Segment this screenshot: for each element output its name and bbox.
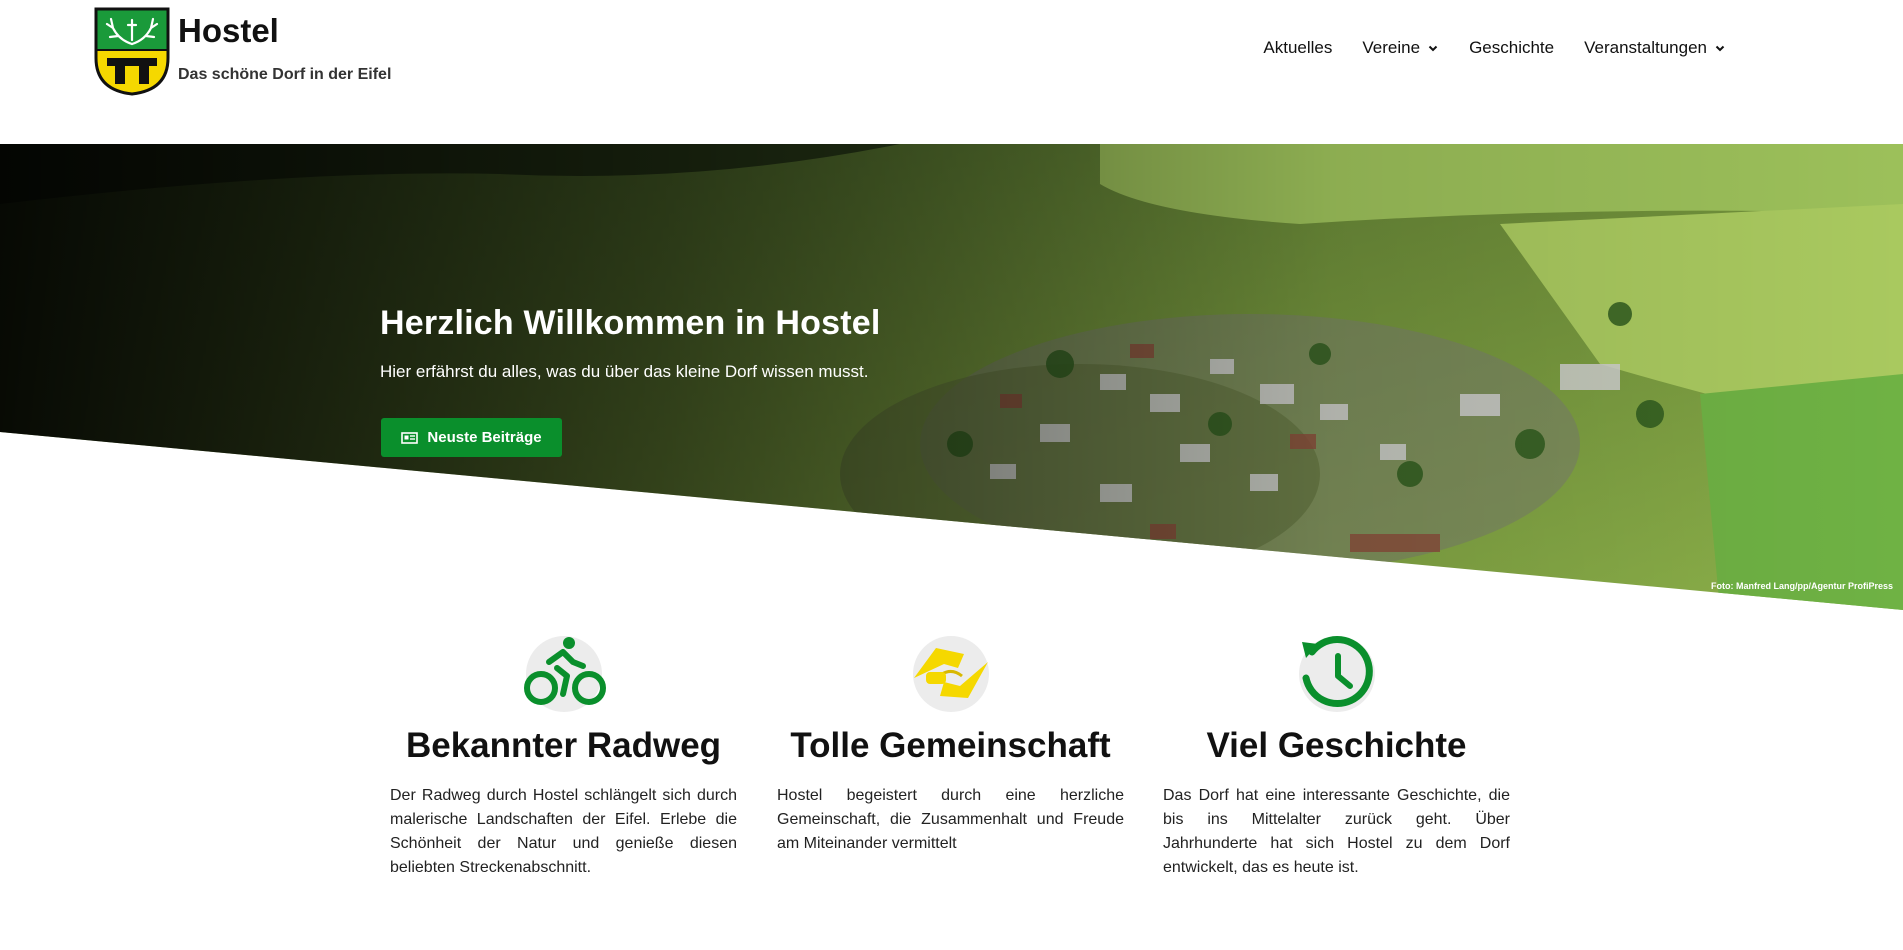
hero-section: Herzlich Willkommen in Hostel Hier erfäh… [0,144,1903,610]
chevron-down-icon [1715,45,1725,52]
nav-item-label: Geschichte [1469,38,1555,57]
main-navigation: Aktuelles Vereine Geschichte Veranstaltu… [1263,38,1726,58]
site-tagline: Das schöne Dorf in der Eifel [178,66,392,83]
coat-of-arms-logo[interactable] [93,6,171,96]
feature-title: Viel Geschichte [1206,726,1467,765]
handshake-icon [912,636,989,712]
feature-text: Der Radweg durch Hostel schlängelt sich … [390,787,737,876]
hero-title: Herzlich Willkommen in Hostel [380,304,881,342]
latest-posts-button[interactable]: Neuste Beiträge [381,418,562,457]
site-title[interactable]: Hostel [178,12,279,50]
bicycle-icon [523,636,606,712]
nav-item-label: Veranstaltungen [1584,38,1707,57]
chevron-down-icon [1428,45,1438,52]
nav-item-label: Aktuelles [1263,38,1333,57]
latest-posts-button-label: Neuste Beiträge [427,429,542,446]
nav-item-label: Vereine [1362,38,1421,57]
village-aerial-photo [0,144,1903,610]
feature-icon-wrap [906,634,996,714]
nav-item-veranstaltungen[interactable]: Veranstaltungen [1584,38,1726,58]
feature-card-radweg: Bekannter Radweg Der Radweg durch Hostel… [390,634,737,876]
feature-icon-wrap [519,634,609,714]
nav-item-aktuelles[interactable]: Aktuelles [1263,38,1332,58]
history-icon [1298,636,1375,712]
nav-item-vereine[interactable]: Vereine [1362,38,1439,58]
nav-item-geschichte[interactable]: Geschichte [1469,38,1554,58]
feature-text: Das Dorf hat eine interessante Geschicht… [1163,787,1510,876]
feature-text: Hostel begeistert durch eine herzliche G… [777,787,1124,852]
photo-credit: Foto: Manfred Lang/pp/Agentur ProfiPress [1710,581,1893,591]
newspaper-icon [401,431,419,444]
site-header: Hostel Das schöne Dorf in der Eifel Aktu… [0,0,1903,144]
hero-subtitle: Hier erfährst du alles, was du über das … [380,362,869,381]
feature-card-geschichte: Viel Geschichte Das Dorf hat eine intere… [1163,634,1510,876]
feature-title: Tolle Gemeinschaft [790,726,1111,765]
feature-card-gemeinschaft: Tolle Gemeinschaft Hostel begeistert dur… [777,634,1124,852]
feature-icon-wrap [1292,634,1382,714]
feature-title: Bekannter Radweg [405,726,722,765]
